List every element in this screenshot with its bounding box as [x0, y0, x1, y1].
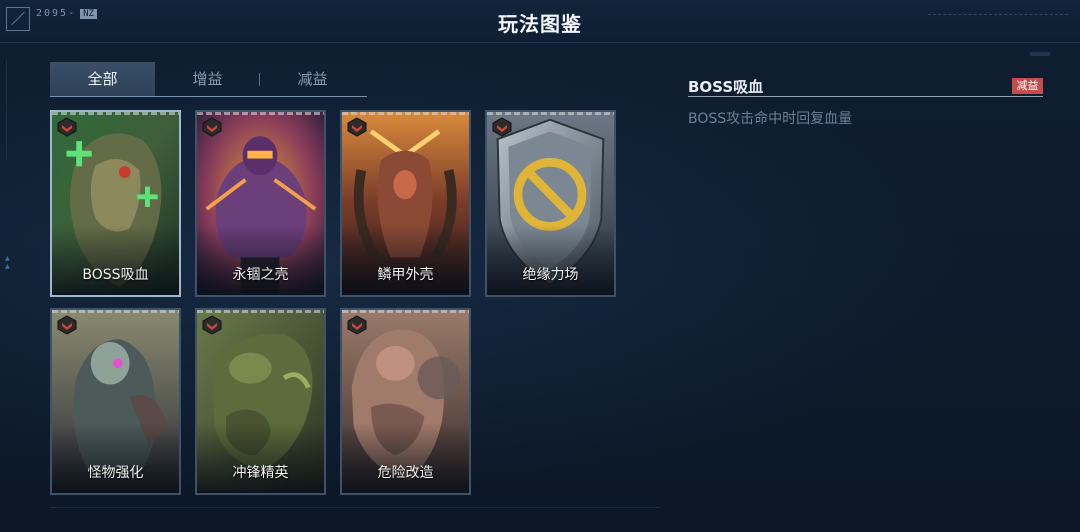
- card-shade: [197, 225, 324, 295]
- card-charge-elite[interactable]: 冲锋精英: [195, 308, 326, 495]
- card-top-decoration: [487, 112, 614, 115]
- debuff-badge-icon: [492, 117, 512, 137]
- card-scale-armor[interactable]: 鳞甲外壳: [340, 110, 471, 297]
- card-top-decoration: [52, 310, 179, 313]
- card-top-decoration: [197, 112, 324, 115]
- tab-debuff[interactable]: 减益: [260, 62, 365, 96]
- detail-type-badge: 减益: [1012, 78, 1043, 94]
- card-shade: [342, 423, 469, 493]
- card-monster-enhance[interactable]: 怪物强化: [50, 308, 181, 495]
- card-boss-lifesteal[interactable]: BOSS吸血: [50, 110, 181, 297]
- card-grid: BOSS吸血 永锢之壳 鳞甲外壳 绝缘力场 怪物强化 冲锋精英 危险改造: [50, 110, 630, 500]
- filter-tabs: 全部 增益 减益: [50, 62, 367, 97]
- debuff-badge-icon: [57, 117, 77, 137]
- card-eternal-shell[interactable]: 永锢之壳: [195, 110, 326, 297]
- card-shade: [197, 423, 324, 493]
- tab-all[interactable]: 全部: [50, 62, 155, 96]
- card-shade: [52, 225, 179, 295]
- tab-label: 减益: [297, 70, 328, 88]
- detail-description: BOSS攻击命中时回复血量: [688, 111, 853, 127]
- side-arrow-icons: ▲ ▲: [5, 255, 10, 270]
- tab-buff[interactable]: 增益: [155, 62, 260, 96]
- tab-label: 全部: [87, 70, 118, 88]
- card-label: 绝缘力场: [522, 267, 579, 283]
- side-decoration: [6, 60, 7, 160]
- tab-label: 增益: [192, 70, 223, 88]
- debuff-badge-icon: [347, 117, 367, 137]
- debuff-badge-icon: [57, 315, 77, 335]
- detail-title: BOSS吸血: [688, 78, 764, 96]
- card-label: 危险改造: [377, 465, 434, 481]
- card-dangerous-modification[interactable]: 危险改造: [340, 308, 471, 495]
- bottom-divider: [50, 507, 660, 508]
- card-top-decoration: [342, 112, 469, 115]
- card-label: 怪物强化: [87, 465, 144, 481]
- detail-divider: [688, 96, 1043, 97]
- debuff-badge-icon: [202, 315, 222, 335]
- debuff-badge-icon: [347, 315, 367, 335]
- card-top-decoration: [52, 112, 179, 115]
- page-title: 玩法图鉴: [498, 12, 582, 36]
- card-shade: [487, 225, 614, 295]
- corner-decoration: [1030, 52, 1050, 56]
- card-shade: [52, 423, 179, 493]
- card-label: 冲锋精英: [232, 465, 289, 481]
- header-decoration: [928, 14, 1068, 16]
- top-bar: 2095- NZ 玩法图鉴: [0, 0, 1080, 43]
- card-label: 永锢之壳: [232, 267, 289, 283]
- card-label: BOSS吸血: [82, 267, 149, 283]
- debuff-badge-icon: [202, 117, 222, 137]
- card-shade: [342, 225, 469, 295]
- card-insulation-field[interactable]: 绝缘力场: [485, 110, 616, 297]
- card-top-decoration: [197, 310, 324, 313]
- card-top-decoration: [342, 310, 469, 313]
- card-label: 鳞甲外壳: [377, 267, 434, 283]
